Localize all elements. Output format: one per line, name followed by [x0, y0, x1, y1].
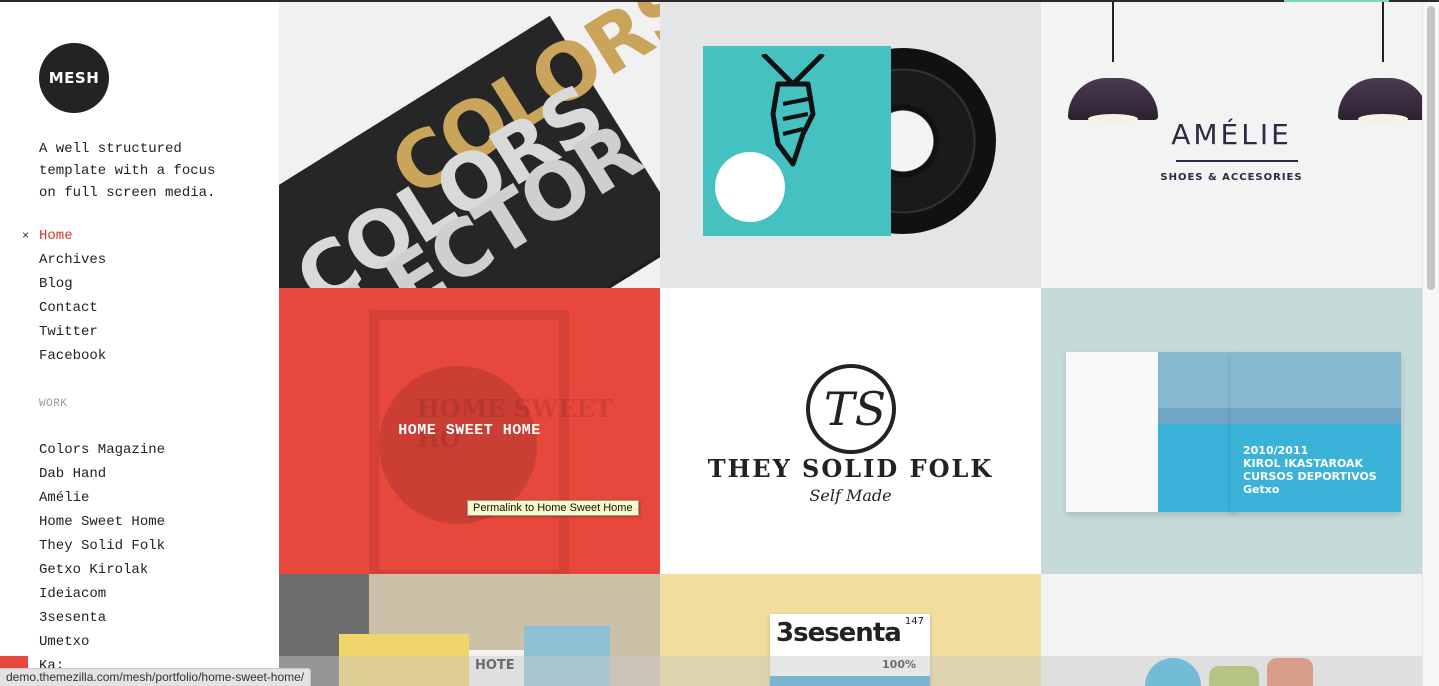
scrollbar-thumb[interactable] — [1427, 6, 1435, 290]
brochure-brand: Getxo — [1243, 483, 1280, 496]
work-item-dab-hand[interactable]: Dab Hand — [39, 462, 165, 486]
solid-folk-subtitle: Self Made — [809, 486, 892, 505]
work-item-colors-magazine[interactable]: Colors Magazine — [39, 438, 165, 462]
status-bar-url: demo.themezilla.com/mesh/portfolio/home-… — [0, 668, 312, 686]
magazine-title: 3sesenta — [776, 618, 902, 648]
amelie-title: AMÉLIE — [1171, 118, 1292, 151]
pool-photo — [1158, 352, 1236, 512]
brochure-text: 2010/2011 KIROL IKASTAROAK CURSOS DEPORT… — [1243, 444, 1377, 496]
tagline: A well structured template with a focus … — [39, 141, 216, 201]
magazine-issue: 147 — [904, 616, 924, 627]
sidebar: MESH A well structured template with a f… — [0, 2, 279, 686]
work-heading: WORK — [39, 398, 68, 410]
hand-icon — [761, 54, 825, 167]
brochure-year: 2010/2011 — [1243, 444, 1309, 457]
nav-item-contact[interactable]: Contact — [39, 296, 106, 320]
portfolio-tile-dab-hand[interactable] — [660, 2, 1041, 288]
brochure-right-page: 2010/2011 KIROL IKASTAROAK CURSOS DEPORT… — [1231, 352, 1401, 512]
nav-item-home[interactable]: × Home — [22, 224, 106, 248]
work-list: Colors Magazine Dab Hand Amélie Home Swe… — [39, 438, 165, 678]
portfolio-tile-colors-magazine[interactable]: COLORS COLORS LECTOR — [279, 2, 660, 288]
nav-item-twitter[interactable]: Twitter — [39, 320, 106, 344]
active-marker-icon: × — [22, 229, 30, 243]
main-nav: × Home Archives Blog Contact Twitter Face… — [22, 224, 106, 368]
nav-item-archives[interactable]: Archives — [39, 248, 106, 272]
nav-item-label: Home — [39, 228, 73, 244]
amelie-divider — [1176, 160, 1298, 162]
portfolio-tile-amelie[interactable]: AMÉLIE SHOES & ACCESORIES — [1041, 2, 1422, 288]
work-item-umetxo[interactable]: Umetxo — [39, 630, 165, 654]
lamp-cord-left — [1112, 2, 1114, 62]
portfolio-tile-getxo-kirolak[interactable]: 2010/2011 KIROL IKASTAROAK CURSOS DEPORT… — [1041, 288, 1422, 574]
work-item-home-sweet-home[interactable]: Home Sweet Home — [39, 510, 165, 534]
tile-hover-title: HOME SWEET HOME — [398, 422, 541, 439]
amelie-subtitle: SHOES & ACCESORIES — [1160, 172, 1303, 183]
lamp-cord-right — [1382, 2, 1384, 62]
portfolio-tile-home-sweet-home[interactable]: HOME SWEET HO HOME SWEET HOME — [279, 288, 660, 574]
work-item-they-solid-folk[interactable]: They Solid Folk — [39, 534, 165, 558]
work-item-3sesenta[interactable]: 3sesenta — [39, 606, 165, 630]
logo[interactable]: MESH — [39, 43, 109, 113]
brochure-left-page — [1066, 352, 1236, 512]
work-item-getxo-kirolak[interactable]: Getxo Kirolak — [39, 558, 165, 582]
record-sleeve — [703, 46, 891, 236]
nav-item-blog[interactable]: Blog — [39, 272, 106, 296]
solid-folk-title: THEY SOLID FOLK — [707, 454, 994, 483]
monogram: TS — [823, 382, 887, 436]
nav-item-facebook[interactable]: Facebook — [39, 344, 106, 368]
tooltip: Permalink to Home Sweet Home — [467, 500, 639, 516]
brochure-line3: CURSOS DEPORTIVOS — [1243, 470, 1377, 483]
work-item-ideiacom[interactable]: Ideiacom — [39, 582, 165, 606]
bottom-fade — [279, 656, 1422, 686]
monogram-circle: TS — [806, 364, 896, 454]
work-item-amelie[interactable]: Amélie — [39, 486, 165, 510]
scrollbar[interactable] — [1422, 2, 1439, 686]
brochure-line2: KIROL IKASTAROAK — [1243, 457, 1364, 470]
portfolio-tile-they-solid-folk[interactable]: TS THEY SOLID FOLK Self Made — [660, 288, 1041, 574]
